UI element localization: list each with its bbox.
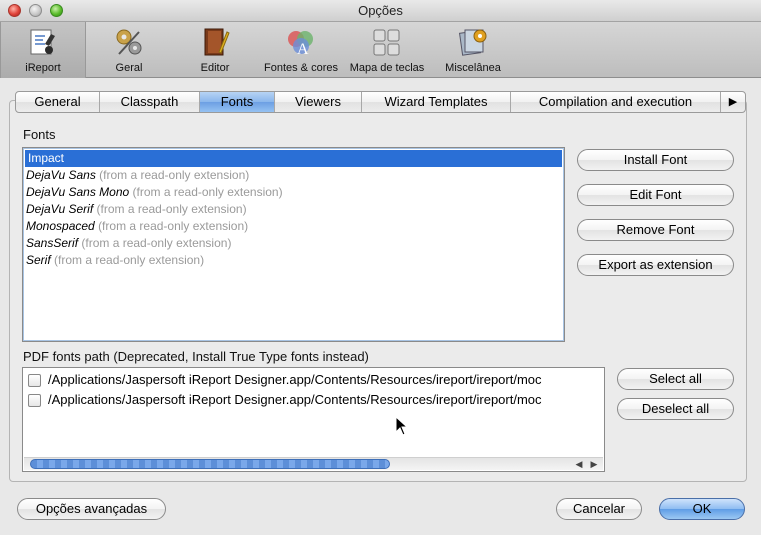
advanced-options-button[interactable]: Opções avançadas bbox=[17, 498, 166, 520]
toolbar-item-editor[interactable]: Editor bbox=[186, 22, 244, 78]
toolbar-label-editor: Editor bbox=[200, 62, 230, 74]
scrollbar-thumb[interactable] bbox=[30, 459, 390, 469]
preferences-toolbar: iReport Geral Editor A Fontes & cores Ma… bbox=[0, 22, 761, 78]
book-pen-icon bbox=[204, 28, 230, 56]
tab-compilation-execution[interactable]: Compilation and execution bbox=[511, 92, 721, 112]
toolbar-label-ireport: iReport bbox=[25, 62, 61, 74]
toolbar-item-mapa-teclas[interactable]: Mapa de teclas bbox=[347, 22, 427, 78]
horizontal-scrollbar[interactable]: ◀ ▶ bbox=[24, 457, 603, 470]
font-list-item[interactable]: SansSerif (from a read-only extension) bbox=[23, 235, 564, 252]
svg-text:A: A bbox=[297, 41, 309, 58]
minimize-window-button[interactable] bbox=[29, 4, 42, 17]
font-name: Monospaced bbox=[26, 219, 95, 233]
font-list-item[interactable]: DejaVu Sans Mono (from a read-only exten… bbox=[23, 184, 564, 201]
select-all-button[interactable]: Select all bbox=[617, 368, 734, 390]
font-note: (from a read-only extension) bbox=[99, 168, 250, 182]
font-name: DejaVu Sans Mono bbox=[26, 185, 130, 199]
font-list-item[interactable]: Impact bbox=[25, 150, 562, 167]
tab-bar: General Classpath Fonts Viewers Wizard T… bbox=[15, 91, 746, 113]
ok-button[interactable]: OK bbox=[659, 498, 745, 520]
close-window-button[interactable] bbox=[8, 4, 21, 17]
font-list-item[interactable]: DejaVu Sans (from a read-only extension) bbox=[23, 167, 564, 184]
misc-icon bbox=[458, 29, 487, 56]
ireport-icon bbox=[30, 29, 55, 55]
export-extension-button[interactable]: Export as extension bbox=[577, 254, 734, 276]
font-list-item[interactable]: DejaVu Serif (from a read-only extension… bbox=[23, 201, 564, 218]
edit-font-button[interactable]: Edit Font bbox=[577, 184, 734, 206]
gears-icon bbox=[116, 29, 142, 55]
path-text: /Applications/Jaspersoft iReport Designe… bbox=[48, 372, 542, 387]
tab-viewers[interactable]: Viewers bbox=[275, 92, 362, 112]
cancel-button[interactable]: Cancelar bbox=[556, 498, 642, 520]
deselect-all-button[interactable]: Deselect all bbox=[617, 398, 734, 420]
font-name: Impact bbox=[28, 151, 65, 165]
zoom-window-button[interactable] bbox=[50, 4, 63, 17]
font-name: Serif bbox=[26, 253, 51, 267]
toolbar-label-fontes-cores: Fontes & cores bbox=[264, 62, 338, 74]
mouse-pointer-icon bbox=[395, 416, 409, 436]
toolbar-item-geral[interactable]: Geral bbox=[100, 22, 158, 78]
path-checkbox[interactable] bbox=[28, 374, 41, 387]
toolbar-label-miscelanea: Miscelânea bbox=[445, 62, 501, 74]
fonts-colors-icon: A bbox=[288, 31, 313, 58]
toolbar-item-ireport[interactable]: iReport bbox=[0, 22, 86, 78]
toolbar-item-miscelanea[interactable]: Miscelânea bbox=[442, 22, 504, 78]
options-window: Opções iReport Geral Editor A Fontes & c… bbox=[0, 0, 761, 535]
font-name: DejaVu Serif bbox=[26, 202, 94, 216]
tab-general[interactable]: General bbox=[16, 92, 100, 112]
fonts-label: Fonts bbox=[23, 127, 56, 142]
font-note: (from a read-only extension) bbox=[54, 253, 205, 267]
title-bar: Opções bbox=[0, 0, 761, 22]
font-note: (from a read-only extension) bbox=[98, 219, 249, 233]
install-font-button[interactable]: Install Font bbox=[577, 149, 734, 171]
pdf-fonts-path-label: PDF fonts path (Deprecated, Install True… bbox=[23, 349, 369, 364]
font-list-item[interactable]: Serif (from a read-only extension) bbox=[23, 252, 564, 269]
toolbar-item-fontes-cores[interactable]: A Fontes & cores bbox=[262, 22, 340, 78]
scroll-right-arrow[interactable]: ▶ bbox=[587, 458, 601, 470]
remove-font-button[interactable]: Remove Font bbox=[577, 219, 734, 241]
fonts-list[interactable]: Impact DejaVu Sans (from a read-only ext… bbox=[22, 147, 565, 342]
toolbar-label-mapa-teclas: Mapa de teclas bbox=[349, 62, 425, 74]
keyboard-icon bbox=[373, 29, 400, 56]
pdf-fonts-path-list[interactable]: /Applications/Jaspersoft iReport Designe… bbox=[22, 367, 605, 472]
path-text: /Applications/Jaspersoft iReport Designe… bbox=[48, 392, 542, 407]
font-note: (from a read-only extension) bbox=[96, 202, 247, 216]
font-note: (from a read-only extension) bbox=[132, 185, 283, 199]
window-title: Opções bbox=[358, 3, 403, 18]
font-name: DejaVu Sans bbox=[26, 168, 96, 182]
tabs-more-arrow[interactable]: ▶ bbox=[721, 92, 745, 112]
toolbar-label-geral: Geral bbox=[115, 62, 143, 74]
scroll-left-arrow[interactable]: ◀ bbox=[572, 458, 586, 470]
tab-fonts[interactable]: Fonts bbox=[200, 92, 275, 112]
font-note: (from a read-only extension) bbox=[81, 236, 232, 250]
tab-classpath[interactable]: Classpath bbox=[100, 92, 200, 112]
font-list-item[interactable]: Monospaced (from a read-only extension) bbox=[23, 218, 564, 235]
tab-wizard-templates[interactable]: Wizard Templates bbox=[362, 92, 511, 112]
path-checkbox[interactable] bbox=[28, 394, 41, 407]
font-name: SansSerif bbox=[26, 236, 79, 250]
